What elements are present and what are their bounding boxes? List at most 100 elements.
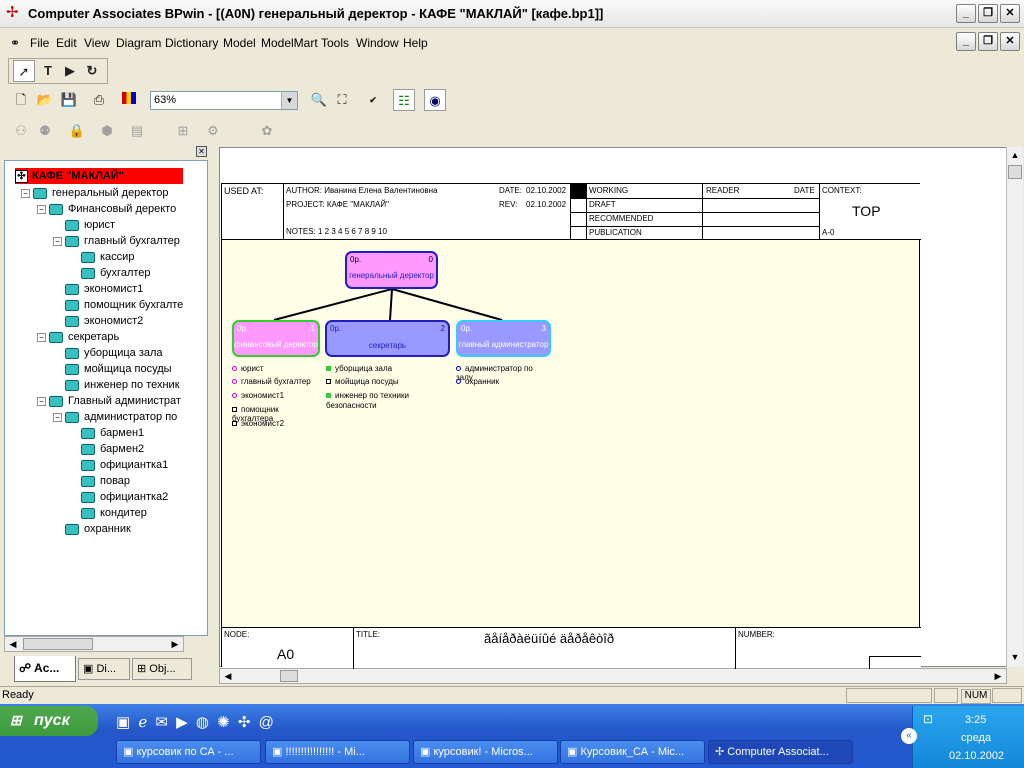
scroll-thumb[interactable]	[23, 638, 93, 650]
close-button[interactable]: ✕	[1000, 4, 1020, 23]
clock-time[interactable]: 3:25	[965, 714, 986, 726]
app-icon[interactable]: ✺	[217, 714, 230, 731]
menu-file[interactable]: File	[30, 36, 49, 50]
tree-item[interactable]: − главный бухгалтер	[53, 233, 180, 249]
tree-item[interactable]: юрист	[53, 217, 115, 233]
zoom-fit-icon[interactable]: ⛶	[331, 89, 353, 111]
close-icon[interactable]: ✕	[196, 146, 207, 157]
canvas-vscroll[interactable]: ▲ ▼	[1006, 147, 1023, 667]
scroll-left-icon[interactable]: ◀	[5, 637, 21, 651]
tree-collapse-icon[interactable]: −	[21, 188, 30, 198]
tree-item[interactable]: бармен2	[69, 441, 144, 457]
tab-diagrams[interactable]: ▣ Di...	[78, 658, 130, 680]
tree-collapse-icon[interactable]: −	[37, 396, 46, 406]
taskbar-task[interactable]: ▣ курсовик! - Micros...	[413, 740, 558, 764]
save-icon[interactable]: 💾	[58, 89, 80, 111]
new-icon[interactable]: 🗋	[10, 89, 32, 111]
tray-icon[interactable]: ⊡	[923, 712, 933, 726]
taskbar-task[interactable]: ▣ курсовик по СА - ...	[116, 740, 261, 764]
quick-launch-icon[interactable]: ▣	[116, 714, 130, 731]
tree-item[interactable]: охранник	[53, 521, 131, 537]
scroll-left-icon[interactable]: ◀	[220, 669, 236, 683]
chevron-down-icon[interactable]: ▼	[281, 92, 297, 109]
minimize-button[interactable]: _	[956, 4, 976, 23]
network-icon[interactable]: ✣	[238, 714, 251, 731]
model-explorer-icon[interactable]: ☷	[393, 89, 415, 111]
tree-item[interactable]: кассир	[69, 249, 134, 265]
tree-root[interactable]: ✣ КАФЕ "МАКЛАЙ"	[15, 168, 183, 184]
report-icon[interactable]: ▤	[126, 120, 148, 142]
tab-activities[interactable]: ☍ Ac...	[14, 656, 76, 682]
menu-model[interactable]: Model	[223, 36, 256, 50]
canvas-hscroll[interactable]: ◀ ▶	[219, 668, 1007, 684]
pointer-tool-icon[interactable]: ➚	[13, 60, 35, 82]
print-icon[interactable]: ⎙	[88, 89, 110, 111]
hscroll-thumb[interactable]	[280, 670, 298, 682]
tree-item[interactable]: помощник бухгалте	[53, 297, 183, 313]
doc-minimize-button[interactable]: _	[956, 32, 976, 51]
security-icon[interactable]: ✿	[256, 120, 278, 142]
grid-icon[interactable]: ⊞	[172, 120, 194, 142]
tree-item[interactable]: мойщица посуды	[53, 361, 172, 377]
tree-item[interactable]: уборщица зала	[53, 345, 163, 361]
activity-box-3[interactable]: 0р. 3 главный администратор	[456, 320, 551, 357]
tree-item[interactable]: экономист2	[53, 313, 143, 329]
taskbar-task[interactable]: ▣ !!!!!!!!!!!!!!!! - Mi...	[265, 740, 410, 764]
tree-item[interactable]: − Главный администрат	[37, 393, 181, 409]
menu-help[interactable]: Help	[403, 36, 428, 50]
activity-box-1[interactable]: 0р. 1 финансовый деректор	[232, 320, 320, 357]
menu-window[interactable]: Window	[356, 36, 399, 50]
taskbar-task[interactable]: ✢ Computer Associat...	[708, 740, 853, 764]
tree-item[interactable]: официантка2	[69, 489, 168, 505]
media-icon[interactable]: ▶	[176, 714, 188, 731]
at-icon[interactable]: @	[259, 714, 274, 731]
doc-close-button[interactable]: ✕	[1000, 32, 1020, 51]
doc-restore-button[interactable]: ❐	[978, 32, 998, 51]
doc-icon[interactable]: ⚭	[10, 36, 20, 50]
activity-box-2[interactable]: 0р. 2 секретарь	[325, 320, 450, 357]
tree-item[interactable]: официантка1	[69, 457, 168, 473]
tree-item[interactable]: − Финансовый деректо	[37, 201, 176, 217]
tree-item[interactable]: бухгалтер	[69, 265, 151, 281]
open-icon[interactable]: 📂	[34, 89, 56, 111]
scroll-up-icon[interactable]: ▲	[1007, 147, 1023, 163]
lock-icon[interactable]: 🔒	[66, 120, 88, 142]
rotate-tool-icon[interactable]: ↻	[81, 60, 103, 82]
tree-item[interactable]: − генеральный деректор	[21, 185, 169, 201]
menu-dictionary[interactable]: Dictionary	[165, 36, 218, 50]
cube-icon[interactable]: ⬢	[96, 120, 118, 142]
text-tool-icon[interactable]: T	[37, 60, 59, 82]
disconnect-icon[interactable]: ⚉	[34, 120, 56, 142]
menu-diagram[interactable]: Diagram	[116, 36, 161, 50]
menu-modelmart[interactable]: ModelMart	[261, 36, 318, 50]
users-icon[interactable]: ⚙	[202, 120, 224, 142]
zoom-select[interactable]: 63% ▼	[150, 91, 298, 110]
connect-icon[interactable]: ⚇	[10, 120, 32, 142]
tree-hscroll[interactable]: ◀ ▶	[4, 636, 184, 652]
ie-icon[interactable]: ℯ	[138, 714, 147, 731]
firefox-icon[interactable]: ◍	[196, 714, 209, 731]
vscroll-thumb[interactable]	[1008, 165, 1022, 179]
scroll-down-icon[interactable]: ▼	[1007, 649, 1023, 665]
tree-collapse-icon[interactable]: −	[37, 332, 46, 342]
menu-edit[interactable]: Edit	[56, 36, 77, 50]
activity-box-top[interactable]: 0р. 0 генеральный деректор	[345, 251, 438, 289]
tree-item[interactable]: повар	[69, 473, 130, 489]
tree-item[interactable]: кондитер	[69, 505, 147, 521]
scroll-right-icon[interactable]: ▶	[167, 637, 183, 651]
scroll-right-icon[interactable]: ▶	[990, 669, 1006, 683]
outlook-icon[interactable]: ✉	[155, 714, 168, 731]
tray-arrow-icon[interactable]: «	[901, 728, 917, 744]
tree-item[interactable]: − секретарь	[37, 329, 119, 345]
spellcheck-icon[interactable]: ✔	[362, 89, 384, 111]
zoom-in-icon[interactable]: 🔍	[308, 89, 330, 111]
tree-item[interactable]: экономист1	[53, 281, 143, 297]
taskbar-task[interactable]: ▣ Курсовик_СА - Mic...	[560, 740, 705, 764]
menu-view[interactable]: View	[84, 36, 110, 50]
color-icon[interactable]	[118, 89, 140, 111]
tab-objects[interactable]: ⊞ Obj...	[132, 658, 192, 680]
start-button[interactable]: ⊞ пуск	[0, 706, 98, 736]
play-tool-icon[interactable]: ▶	[59, 60, 81, 82]
tree-item[interactable]: бармен1	[69, 425, 144, 441]
tree-collapse-icon[interactable]: −	[37, 204, 46, 214]
